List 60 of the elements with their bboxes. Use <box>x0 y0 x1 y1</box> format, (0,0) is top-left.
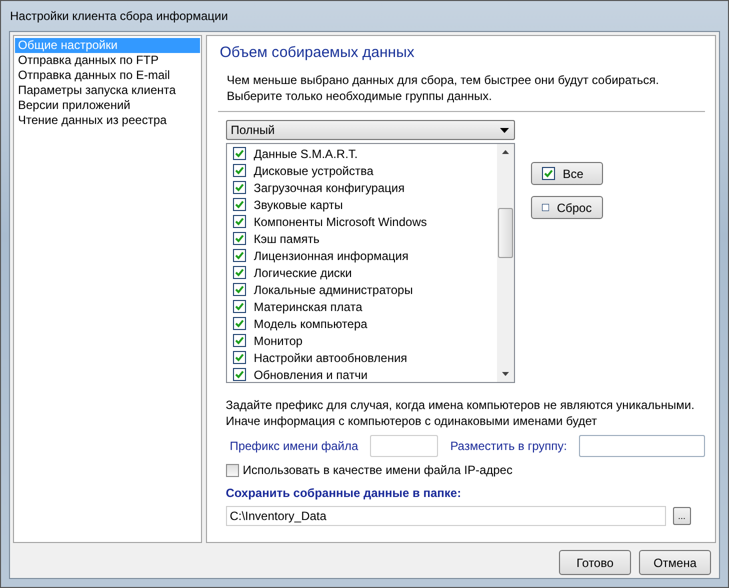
list-item-label: Логические диски <box>254 266 352 280</box>
list-item-label: Звуковые карты <box>254 198 343 212</box>
sidebar-item[interactable]: Версии приложений <box>15 98 200 113</box>
scrollbar[interactable] <box>496 144 514 382</box>
group-field[interactable] <box>579 435 705 457</box>
checkbox[interactable] <box>232 198 246 211</box>
scrollbar-thumb[interactable] <box>498 208 513 258</box>
checkbox[interactable] <box>232 334 246 347</box>
description-text: Выберите только необходимые группы данных. <box>226 88 493 104</box>
checkbox[interactable] <box>232 300 246 313</box>
empty-box-icon <box>542 201 549 214</box>
done-button[interactable]: Готово <box>559 550 631 575</box>
list-item-label: Локальные администраторы <box>254 282 413 296</box>
browse-button[interactable]: ... <box>672 507 691 525</box>
list-item-label: Компоненты Microsoft Windows <box>254 214 427 228</box>
sidebar-item[interactable]: Параметры запуска клиента <box>15 83 200 98</box>
checkbox[interactable] <box>232 147 246 160</box>
checkbox[interactable] <box>232 351 246 364</box>
list-item-label: Загрузочная конфигурация <box>254 180 405 194</box>
preset-dropdown[interactable]: Полный <box>226 120 515 140</box>
checkbox[interactable] <box>232 232 246 245</box>
window-title: Настройки клиента сбора информации <box>9 8 228 25</box>
cancel-button[interactable]: Отмена <box>639 550 711 575</box>
list-item-label: Обновления и патчи <box>254 368 368 382</box>
checkbox[interactable] <box>232 249 246 262</box>
checkbox[interactable] <box>232 215 246 228</box>
description-text: Чем меньше выбрано данных для сбора, тем быстрее они будут собираться. <box>226 72 660 88</box>
checkbox[interactable] <box>232 368 246 381</box>
scroll-down-icon[interactable] <box>502 372 509 376</box>
select-all-button[interactable]: Все <box>530 162 603 185</box>
checkbox[interactable] <box>226 464 239 476</box>
note-text: Иначе информация с компьютеров с одинаковыми именами будет <box>226 413 598 429</box>
list-item-label: Кэш память <box>254 232 320 246</box>
prefix-field[interactable] <box>370 435 438 457</box>
list-item-label: Дисковые устройства <box>254 164 374 178</box>
list-item-label: Материнская плата <box>254 300 362 314</box>
list-item-label: Модель компьютера <box>254 316 368 330</box>
checkbox[interactable] <box>232 317 246 330</box>
list-item-label: Лицензионная информация <box>254 248 409 262</box>
checked-box-icon <box>542 167 555 180</box>
sidebar-item[interactable]: Отправка данных по E-mail <box>15 68 200 83</box>
checkbox[interactable] <box>232 164 246 177</box>
reset-button[interactable]: Сброс <box>530 196 603 219</box>
section-heading: Объем собираемых данных <box>220 44 416 61</box>
field-label: Префикс имени файла <box>230 439 358 453</box>
list-item-label: Монитор <box>254 334 303 348</box>
folder-label: Сохранить собранные данные в папке: <box>226 486 462 500</box>
checkbox[interactable] <box>232 181 246 194</box>
checkbox[interactable] <box>232 283 246 296</box>
checkbox[interactable] <box>232 266 246 279</box>
field-label: Разместить в группу: <box>450 439 567 453</box>
sidebar-item[interactable]: Отправка данных по FTP <box>15 53 200 68</box>
list-item-label: Данные S.M.A.R.T. <box>254 146 358 160</box>
checkbox-label: Использовать в качестве имени файла IP-адрес <box>242 463 512 477</box>
note-text: Задайте префикс для случая, когда имена компьютеров не являются уникальными. <box>226 397 696 413</box>
scroll-up-icon[interactable] <box>502 150 509 154</box>
list-item-label: Настройки автообновления <box>254 350 408 364</box>
sidebar-item[interactable]: Чтение данных из реестра <box>15 113 200 128</box>
dropdown-arrow-icon <box>500 128 509 132</box>
folder-path-field[interactable]: C:\Inventory_Data <box>226 506 666 526</box>
